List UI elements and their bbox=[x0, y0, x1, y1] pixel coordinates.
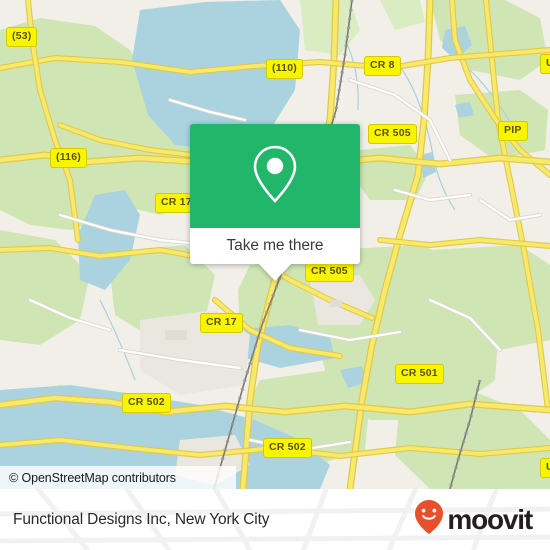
road-shield: CR 8 bbox=[364, 56, 401, 76]
road-shield: CR 501 bbox=[395, 364, 444, 384]
moovit-wordmark: moovit bbox=[447, 503, 533, 535]
moovit-logo[interactable]: moovit bbox=[414, 499, 533, 540]
road-shield: CR 502 bbox=[122, 393, 171, 413]
road-shield: CR 505 bbox=[368, 124, 417, 144]
place-name-label: Functional Designs Inc, New York City bbox=[13, 510, 270, 529]
road-shield: U bbox=[540, 458, 550, 478]
map-canvas[interactable]: .grn { fill:#cfe6b4; } .grn2 { fill:#d9e… bbox=[0, 0, 550, 489]
moovit-map-screenshot: .grn { fill:#cfe6b4; } .grn2 { fill:#d9e… bbox=[0, 0, 550, 550]
popup-tail-arrow bbox=[258, 263, 292, 281]
map-pin-icon bbox=[249, 143, 301, 210]
location-popup[interactable]: Take me there bbox=[190, 124, 360, 281]
place-name-text: Functional Designs Inc, New York City bbox=[13, 510, 270, 528]
road-shield: (110) bbox=[266, 59, 303, 79]
road-shield: CR 505 bbox=[305, 262, 354, 282]
road-shield: (53) bbox=[6, 27, 38, 47]
road-shield: (116) bbox=[50, 148, 87, 168]
road-shield: CR 17 bbox=[200, 313, 243, 333]
moovit-pin-smile-icon bbox=[414, 499, 444, 540]
road-shield: U bbox=[540, 54, 550, 74]
attribution-text: © OpenStreetMap contributors bbox=[9, 470, 176, 485]
take-me-there-label: Take me there bbox=[226, 237, 324, 254]
popup-footer[interactable]: Take me there bbox=[190, 228, 360, 281]
osm-attribution[interactable]: © OpenStreetMap contributors bbox=[0, 466, 236, 489]
road-shield: PIP bbox=[498, 121, 528, 141]
popup-header bbox=[190, 124, 360, 228]
road-shield: CR 502 bbox=[263, 438, 312, 458]
bottom-info-bar: Functional Designs Inc, New York City mo… bbox=[0, 489, 550, 550]
